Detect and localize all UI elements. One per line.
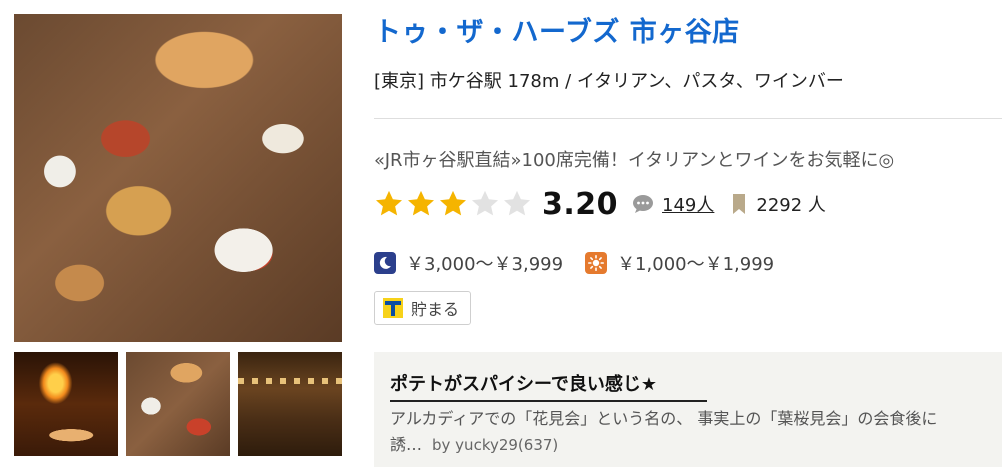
main-photo[interactable] bbox=[14, 14, 342, 342]
tpoint-label: 貯まる bbox=[411, 300, 460, 319]
moon-icon bbox=[374, 252, 396, 274]
tpoint-logo-icon bbox=[383, 298, 403, 318]
rating-score: 3.20 bbox=[542, 186, 619, 222]
comment-icon bbox=[633, 195, 654, 213]
dinner-price: ￥3,000～￥3,999 bbox=[406, 254, 564, 275]
star-rating bbox=[374, 189, 534, 219]
lunch-price: ￥1,000～￥1,999 bbox=[617, 254, 775, 275]
tpoint-badge: 貯まる bbox=[374, 291, 471, 325]
star-filled-icon bbox=[440, 190, 466, 216]
thumbnail-photo-3[interactable] bbox=[238, 352, 342, 456]
area-genre-text: [東京] 市ケ谷駅 178m / イタリアン、パスタ、ワインバー bbox=[374, 71, 844, 92]
review-excerpt-line2: 誘… bbox=[390, 435, 423, 454]
thumbnail-photo-1[interactable] bbox=[14, 352, 118, 456]
bookmark-icon bbox=[733, 194, 746, 214]
star-empty-icon bbox=[504, 190, 530, 216]
review-title-underline bbox=[390, 400, 707, 402]
price-row: ￥3,000～￥3,999 ￥1,000～￥1,999 bbox=[374, 250, 796, 276]
thumbnail-photo-2[interactable] bbox=[126, 352, 230, 456]
star-filled-icon bbox=[376, 190, 402, 216]
review-card[interactable]: ポテトがスパイシーで良い感じ★ アルカディアでの「花見会」という名の、 事実上の… bbox=[374, 352, 1002, 467]
review-excerpt-continued: 誘… by yucky29(637) bbox=[390, 432, 558, 458]
rating-row: 3.20 149人 2292 人 bbox=[374, 186, 826, 222]
divider bbox=[374, 118, 1002, 119]
review-excerpt: アルカディアでの「花見会」という名の、 事実上の「葉桜見会」の会食後に bbox=[390, 409, 938, 428]
star-filled-icon bbox=[408, 190, 434, 216]
reviews-count-link[interactable]: 149人 bbox=[662, 191, 714, 217]
catchcopy-text: «JR市ヶ谷駅直結»100席完備！イタリアンとワインをお気軽に◎ bbox=[374, 150, 895, 171]
review-author: by yucky29(637) bbox=[432, 436, 559, 454]
restaurant-name-link[interactable]: トゥ・ザ・ハーブズ 市ヶ谷店 bbox=[374, 10, 740, 49]
sun-icon bbox=[585, 252, 608, 274]
bookmarks-count: 2292 人 bbox=[756, 195, 826, 216]
star-empty-icon bbox=[472, 190, 498, 216]
review-title[interactable]: ポテトがスパイシーで良い感じ★ bbox=[390, 370, 657, 396]
